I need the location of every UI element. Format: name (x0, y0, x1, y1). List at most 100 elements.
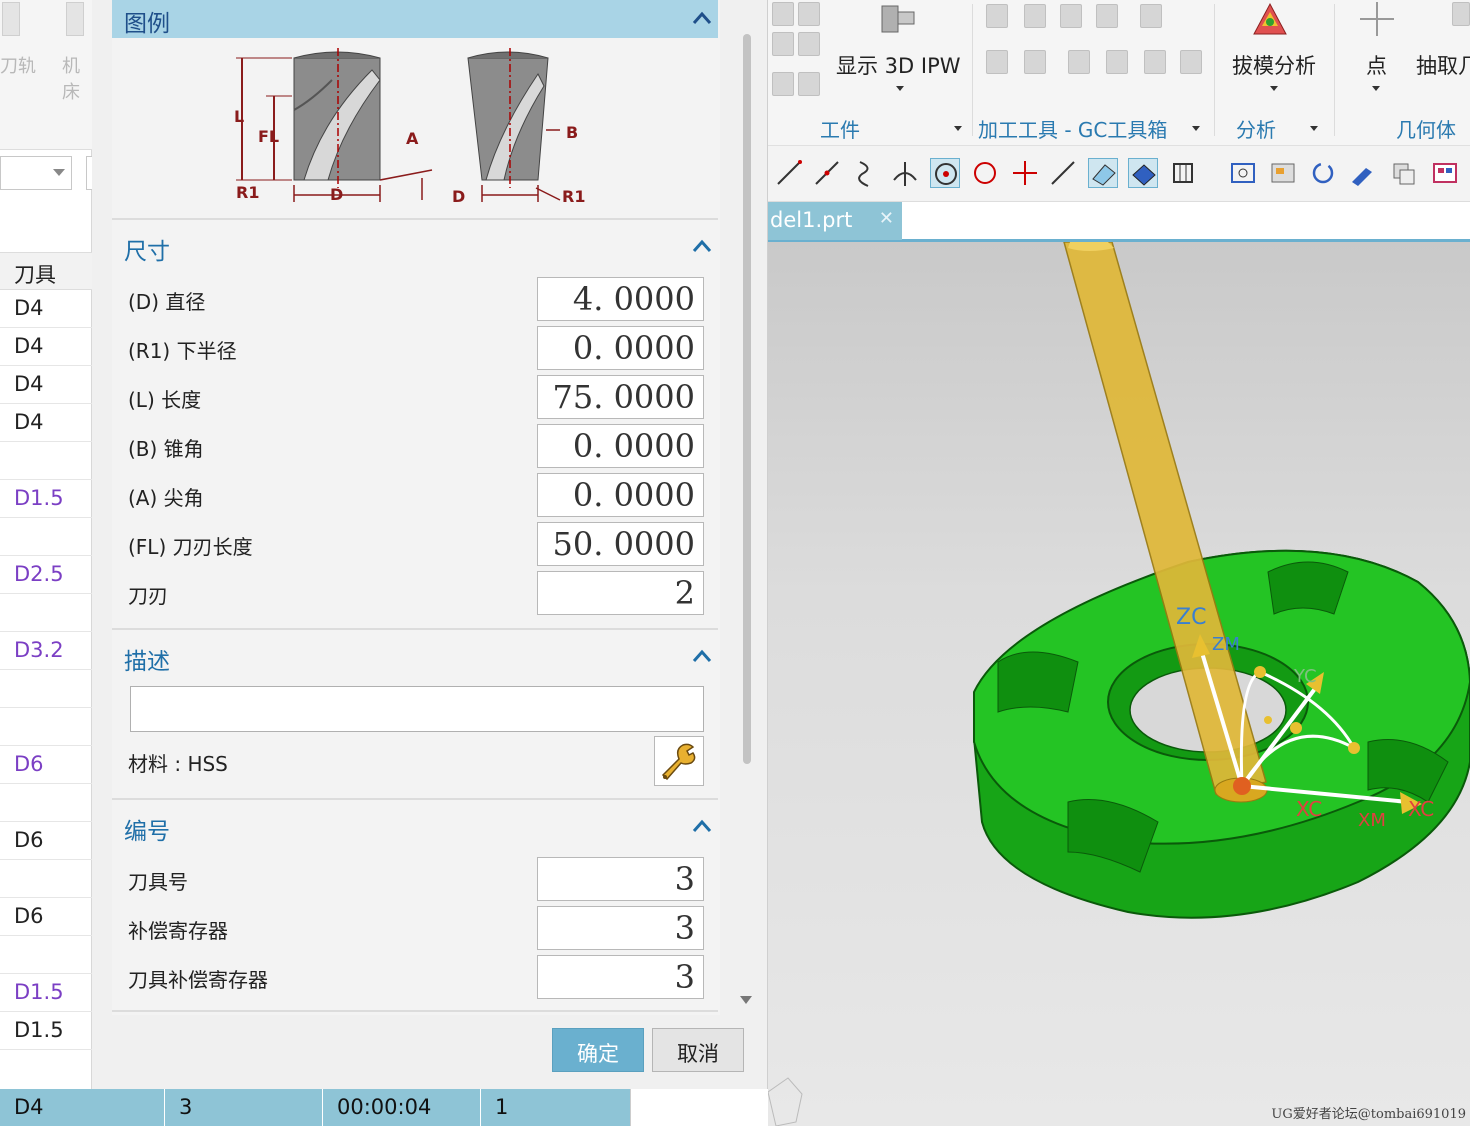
tool-list-item[interactable]: D4 (0, 366, 92, 404)
pan-icon[interactable] (1348, 158, 1378, 188)
gc-tool-icon[interactable] (1144, 50, 1166, 74)
gc-tool-icon[interactable] (1096, 4, 1118, 28)
chevron-down-icon[interactable] (1372, 86, 1380, 91)
midpoint-icon[interactable] (812, 158, 842, 188)
collapse-caret-icon[interactable] (692, 238, 712, 254)
gc-tool-icon[interactable] (1180, 50, 1202, 74)
dialog-scrollbar[interactable] (740, 0, 754, 1015)
collapse-caret-icon[interactable] (692, 10, 712, 26)
description-input[interactable] (130, 686, 704, 732)
tool-list-item[interactable]: D4 (0, 328, 92, 366)
tool-list-item[interactable] (0, 708, 92, 746)
tool-list-item[interactable]: D6 (0, 898, 92, 936)
tool-list-item[interactable] (0, 860, 92, 898)
tool-number-field[interactable]: 3 (537, 857, 704, 901)
rotate-icon[interactable] (1308, 158, 1338, 188)
extract-geometry-button[interactable]: 抽取几 (1416, 50, 1470, 80)
workpiece-tool-icon[interactable] (798, 72, 820, 96)
tool-list-item[interactable]: D1.5 (0, 974, 92, 1012)
extract-icon[interactable] (1452, 2, 1470, 26)
workpiece-tool-icon[interactable] (772, 32, 794, 56)
tool-list-item[interactable]: D1.5 (0, 1012, 92, 1050)
view-fit-icon[interactable] (1228, 158, 1258, 188)
collapse-caret-icon[interactable] (692, 648, 712, 664)
toolpath-icon[interactable] (2, 2, 20, 36)
close-tab-icon[interactable]: ✕ (879, 208, 894, 229)
cancel-button[interactable]: 取消 (652, 1028, 744, 1072)
diameter-field[interactable]: 4. 0000 (537, 277, 704, 321)
draft-analysis-button[interactable]: 拔模分析 (1232, 50, 1316, 80)
chevron-down-icon[interactable] (954, 126, 962, 131)
gc-tool-icon[interactable] (1140, 4, 1162, 28)
workpiece-tool-icon[interactable] (772, 72, 794, 96)
tool-column-header[interactable]: 刀具 (0, 252, 92, 290)
workpiece-tool-icon[interactable] (772, 2, 794, 26)
gc-tool-icon[interactable] (1024, 50, 1046, 74)
ok-button[interactable]: 确定 (552, 1028, 644, 1072)
show-3d-ipw-button[interactable]: 显示 3D IPW (836, 50, 961, 80)
grid-icon[interactable] (1168, 158, 1198, 188)
chevron-down-icon[interactable] (1270, 86, 1278, 91)
bounded-grid-icon[interactable] (1128, 158, 1158, 188)
tool-list-item[interactable] (0, 784, 92, 822)
model-file-tab[interactable]: del1.prt ✕ (768, 202, 902, 240)
ipw-icon[interactable] (878, 2, 918, 36)
machine-icon[interactable] (66, 2, 84, 36)
gc-tool-icon[interactable] (986, 50, 1008, 74)
view-zoom-icon[interactable] (1268, 158, 1298, 188)
arc-center-icon[interactable] (930, 158, 960, 188)
draft-analysis-icon[interactable] (1248, 0, 1292, 40)
line-icon[interactable] (774, 158, 804, 188)
point-button[interactable]: 点 (1366, 50, 1387, 80)
toolpath-button-label[interactable]: 刀轨 (0, 52, 36, 78)
gc-tool-icon[interactable] (1068, 50, 1090, 74)
workpiece-tool-icon[interactable] (798, 2, 820, 26)
lower-radius-field[interactable]: 0. 0000 (537, 326, 704, 370)
tool-list-item[interactable] (0, 594, 92, 632)
perpendicular-icon[interactable] (890, 158, 920, 188)
flutes-field[interactable]: 2 (537, 571, 704, 615)
tool-list-item[interactable] (0, 936, 92, 974)
orient-view-icon[interactable] (1388, 158, 1418, 188)
point-on-face-icon[interactable] (1088, 158, 1118, 188)
adjust-register-field[interactable]: 3 (537, 906, 704, 950)
tip-angle-field[interactable]: 0. 0000 (537, 473, 704, 517)
render-style-icon[interactable] (1430, 158, 1460, 188)
tool-list-item[interactable] (0, 670, 92, 708)
taper-angle-field[interactable]: 0. 0000 (537, 424, 704, 468)
collapse-caret-icon[interactable] (692, 818, 712, 834)
gc-tool-icon[interactable] (1106, 50, 1128, 74)
chevron-down-icon[interactable] (1310, 126, 1318, 131)
filter-dropdown[interactable] (0, 156, 72, 190)
cutcom-register-field[interactable]: 3 (537, 955, 704, 999)
dimensions-section-header[interactable]: 尺寸 (112, 228, 718, 266)
selected-operation-row[interactable]: D4 3 00:00:04 1 (0, 1089, 630, 1126)
chevron-down-icon[interactable] (1192, 126, 1200, 131)
gc-tool-icon[interactable] (1024, 4, 1046, 28)
tool-list-item[interactable]: D2.5 (0, 556, 92, 594)
length-field[interactable]: 75. 0000 (537, 375, 704, 419)
tool-list-item[interactable] (0, 518, 92, 556)
gc-tool-icon[interactable] (986, 4, 1008, 28)
workpiece-tool-icon[interactable] (798, 32, 820, 56)
tool-list-item[interactable]: D3.2 (0, 632, 92, 670)
graphics-viewport[interactable]: ZC ZM YC XC XM XC UG爱好者论坛@tombai691019 (768, 242, 1470, 1126)
flute-length-field[interactable]: 50. 0000 (537, 522, 704, 566)
point-on-curve-icon[interactable] (1048, 158, 1078, 188)
tool-list-item[interactable]: D1.5 (0, 480, 92, 518)
tool-list-item[interactable]: D6 (0, 822, 92, 860)
numbering-section-header[interactable]: 编号 (112, 808, 718, 846)
quadrant-icon[interactable] (970, 158, 1000, 188)
machine-button-label[interactable]: 机床 (62, 52, 92, 104)
description-section-header[interactable]: 描述 (112, 638, 718, 676)
tool-list-item[interactable]: D4 (0, 290, 92, 328)
scroll-down-arrow-icon[interactable] (740, 996, 752, 1004)
scrollbar-thumb[interactable] (743, 34, 751, 764)
existing-point-icon[interactable] (1010, 158, 1040, 188)
tool-list-item[interactable]: D4 (0, 404, 92, 442)
curve-icon[interactable] (850, 158, 880, 188)
point-icon[interactable] (1358, 0, 1396, 38)
chevron-down-icon[interactable] (896, 86, 904, 91)
tool-list-item[interactable]: D6 (0, 746, 92, 784)
gc-tool-icon[interactable] (1060, 4, 1082, 28)
